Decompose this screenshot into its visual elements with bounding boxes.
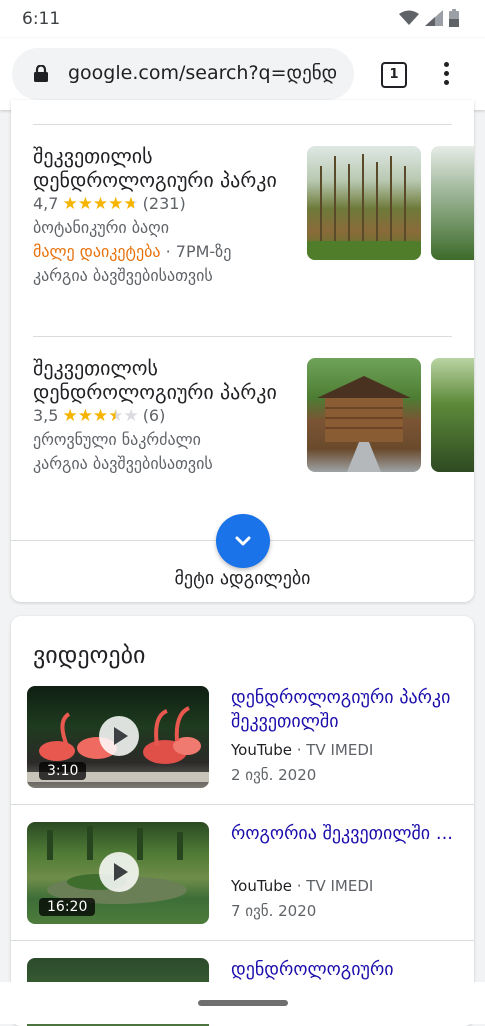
- star-rating-icon: ★★★★★: [62, 406, 139, 426]
- home-gesture-handle[interactable]: [198, 1000, 288, 1006]
- divider: [11, 804, 474, 805]
- place-name[interactable]: შეკვეთილის დენდროლოგიური პარკი: [33, 144, 303, 192]
- status-time: 6:11: [22, 9, 61, 29]
- url-text: google.com/search?q=დენდ: [68, 62, 338, 84]
- place-note: კარგია ბავშვებისათვის: [33, 454, 213, 473]
- place-result-1[interactable]: შეკვეთილის დენდროლოგიური პარკი 4,7 ★★★★★…: [33, 144, 303, 288]
- chevron-down-icon: [235, 536, 251, 546]
- battery-icon: [449, 9, 459, 27]
- video-title-link[interactable]: დენდროლოგიური: [231, 958, 461, 982]
- play-icon[interactable]: [99, 716, 139, 756]
- divider: [33, 336, 452, 337]
- cabin-image: [317, 376, 411, 472]
- video-date: 2 ივნ. 2020: [231, 766, 317, 784]
- video-source: YouTube · TV IMEDI: [231, 877, 373, 895]
- video-platform: YouTube: [231, 877, 292, 895]
- trees-image: [307, 154, 421, 260]
- wifi-icon: [399, 10, 419, 25]
- rating-value: 4,7: [33, 194, 59, 213]
- place-note: კარგია ბავშვებისათვის: [33, 266, 213, 285]
- video-source: YouTube · TV IMEDI: [231, 741, 373, 759]
- video-title-link[interactable]: როგორია შეკვეთილში ...: [231, 822, 461, 846]
- video-duration: 16:20: [39, 898, 96, 916]
- overflow-menu-icon[interactable]: [444, 62, 450, 88]
- place-photo[interactable]: [307, 358, 421, 472]
- rating-value: 3,5: [33, 406, 59, 425]
- play-icon[interactable]: [99, 852, 139, 892]
- lock-icon: [34, 65, 48, 82]
- divider: [11, 940, 474, 941]
- video-channel: · TV IMEDI: [292, 877, 374, 895]
- place-photo[interactable]: [431, 358, 474, 472]
- place-photo[interactable]: [431, 146, 474, 260]
- status-bar: 6:11: [0, 0, 485, 38]
- video-thumbnail[interactable]: 16:20: [27, 822, 209, 924]
- star-rating-icon: ★★★★★: [62, 194, 139, 214]
- place-name[interactable]: შეკვეთილოს დენდროლოგიური პარკი: [33, 356, 303, 404]
- status-icons: [399, 9, 459, 27]
- video-date: 7 ივნ. 2020: [231, 902, 317, 920]
- closing-status: მალე დაიკეტება: [33, 242, 161, 261]
- video-duration: 3:10: [39, 762, 87, 780]
- place-type: ბოტანიკური ბაღი: [33, 218, 169, 237]
- signal-icon: [425, 10, 443, 26]
- place-rating: 4,7 ★★★★★ (231): [33, 192, 303, 216]
- address-bar[interactable]: google.com/search?q=დენდ: [12, 48, 354, 100]
- review-count: (231): [142, 194, 186, 213]
- closing-time: · 7PM-ზე: [160, 242, 232, 261]
- video-thumbnail[interactable]: 3:10: [27, 686, 209, 788]
- more-places-label[interactable]: მეტი ადგილები: [11, 568, 474, 589]
- system-nav-bar: [0, 982, 485, 1024]
- places-card: შეკვეთილის დენდროლოგიური პარკი 4,7 ★★★★★…: [11, 100, 474, 602]
- more-places-button[interactable]: [216, 514, 270, 568]
- place-result-2[interactable]: შეკვეთილოს დენდროლოგიური პარკი 3,5 ★★★★★…: [33, 356, 303, 476]
- video-channel: · TV IMEDI: [292, 741, 374, 759]
- videos-card: ვიდეოები 3:10 დენდროლოგიური პარკი შეკვეთ…: [11, 616, 474, 1026]
- place-hours: მალე დაიკეტება · 7PM-ზე: [33, 240, 303, 264]
- video-title-link[interactable]: დენდროლოგიური პარკი შეკვეთილში: [231, 686, 461, 734]
- place-photo[interactable]: [307, 146, 421, 260]
- video-platform: YouTube: [231, 741, 292, 759]
- divider: [33, 124, 452, 125]
- tab-switcher-button[interactable]: 1: [381, 62, 407, 88]
- videos-heading: ვიდეოები: [33, 641, 146, 669]
- place-type: ეროვნული ნაკრძალი: [33, 430, 201, 449]
- place-rating: 3,5 ★★★★★ (6): [33, 404, 303, 428]
- review-count: (6): [142, 406, 166, 425]
